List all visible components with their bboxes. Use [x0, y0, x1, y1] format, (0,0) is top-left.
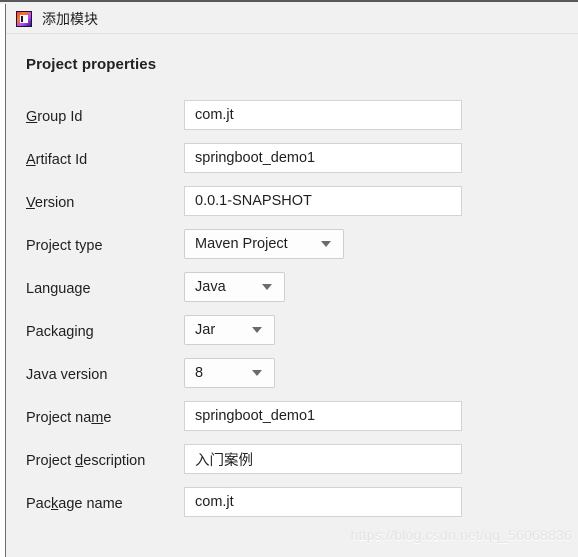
form-row: Project description 入门案例 — [6, 444, 578, 487]
combo-value-language: Java — [195, 279, 226, 295]
label-version: Version — [26, 195, 75, 211]
label-project-name: Project name — [26, 410, 112, 426]
label-group-id: Group Id — [26, 109, 83, 125]
label-language: Language — [26, 281, 91, 297]
dialog-titlebar: 添加模块 — [6, 4, 578, 34]
add-module-dialog: 添加模块 Project properties Group Id com.jt Ar… — [0, 0, 578, 557]
label-artifact-id: Artifact Id — [26, 152, 88, 168]
form-row: Package name com.jt — [6, 487, 578, 530]
chevron-down-icon[interactable] — [252, 327, 262, 333]
combo-value-java-version: 8 — [195, 365, 204, 381]
combo-project-type[interactable]: Maven Project — [184, 229, 344, 259]
project-properties-form: Group Id com.jt Artifact Id springboot_demo… — [6, 100, 578, 530]
combo-packaging[interactable]: Jar — [184, 315, 275, 345]
form-row: Artifact Id springboot_demo1 — [6, 143, 578, 186]
intellij-idea-icon — [16, 10, 32, 27]
dialog-title: 添加模块 — [42, 10, 98, 27]
watermark: https://blog.csdn.net/qq_56068836 — [350, 527, 572, 543]
label-project-type: Project type — [26, 238, 103, 254]
label-package-name: Package name — [26, 496, 123, 512]
combo-java-version[interactable]: 8 — [184, 358, 275, 388]
input-package-name[interactable]: com.jt — [184, 487, 462, 517]
form-row: Project name springboot_demo1 — [6, 401, 578, 444]
form-row: Group Id com.jt — [6, 100, 578, 143]
form-row: Language Java — [6, 272, 578, 315]
dialog-content: Project properties Group Id com.jt Artifac… — [6, 34, 578, 557]
input-artifact-id[interactable]: springboot_demo1 — [184, 143, 462, 173]
combo-value-project-type: Maven Project — [195, 236, 288, 252]
input-version[interactable]: 0.0.1-SNAPSHOT — [184, 186, 462, 216]
combo-value-packaging: Jar — [195, 322, 216, 338]
label-java-version: Java version — [26, 367, 108, 383]
chevron-down-icon[interactable] — [321, 241, 331, 247]
page-title: Project properties — [26, 56, 157, 73]
form-row: Java version 8 — [6, 358, 578, 401]
form-row: Project type Maven Project — [6, 229, 578, 272]
input-project-name[interactable]: springboot_demo1 — [184, 401, 462, 431]
input-project-description[interactable]: 入门案例 — [184, 444, 462, 474]
combo-language[interactable]: Java — [184, 272, 285, 302]
label-project-description: Project description — [26, 453, 146, 469]
label-packaging: Packaging — [26, 324, 94, 340]
input-group-id[interactable]: com.jt — [184, 100, 462, 130]
chevron-down-icon[interactable] — [252, 370, 262, 376]
form-row: Version 0.0.1-SNAPSHOT — [6, 186, 578, 229]
form-row: Packaging Jar — [6, 315, 578, 358]
chevron-down-icon[interactable] — [262, 284, 272, 290]
